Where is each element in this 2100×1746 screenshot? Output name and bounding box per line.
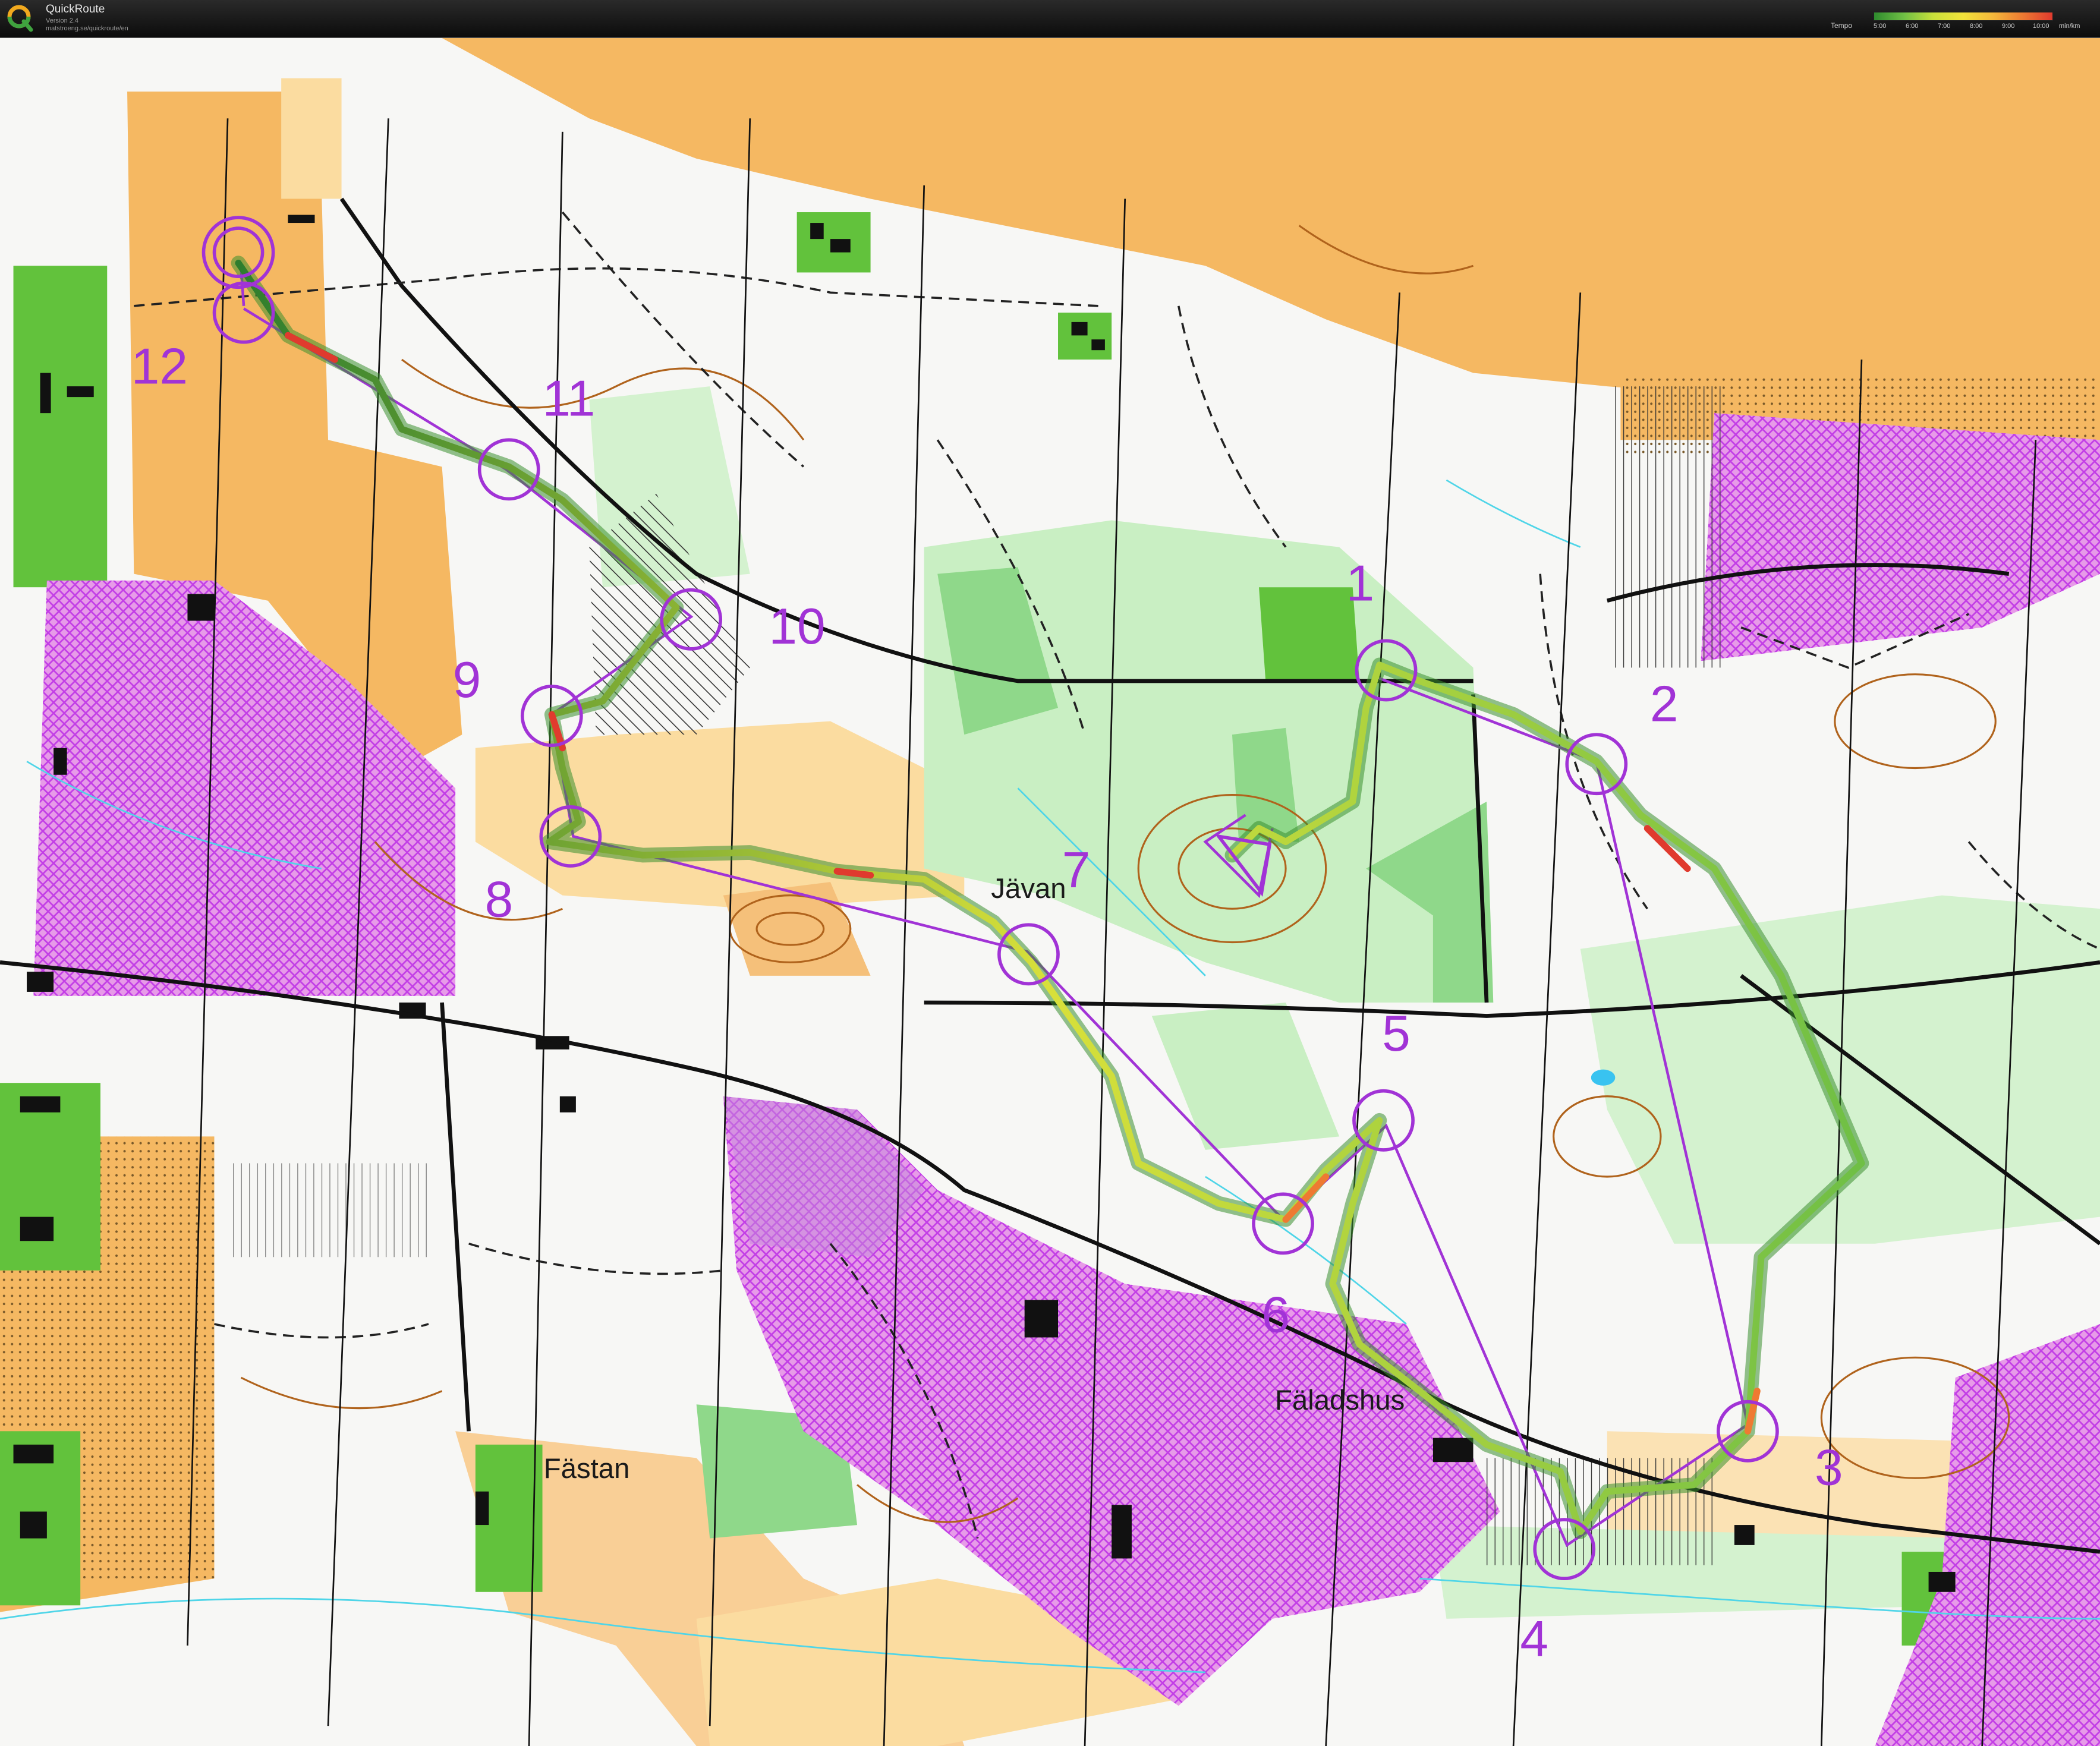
control-number-6: 6: [1262, 1286, 1290, 1343]
control-number-12: 12: [131, 338, 188, 395]
control-number-9: 9: [453, 651, 481, 708]
place-name-fastan: Fästan: [544, 1453, 630, 1485]
quickroute-logo-icon: [7, 5, 33, 32]
control-number-1: 1: [1346, 555, 1374, 612]
pond: [1591, 1069, 1616, 1086]
control-number-2: 2: [1650, 676, 1679, 733]
legend-tick: 7:00: [1938, 23, 1951, 30]
legend-title: Tempo: [1831, 21, 1853, 30]
control-number-5: 5: [1382, 1005, 1411, 1062]
place-name-javan: Jävan: [991, 873, 1066, 904]
app-version: Version 2.4: [46, 17, 79, 24]
tempo-legend: Tempo 5:00 6:00 7:00 8:00 9:00 10:00 min…: [1831, 7, 2092, 33]
orienteering-map[interactable]: 1 2 3 4 5 6 7 8 9 10 11 12 Jävan Fäladsh…: [0, 38, 2100, 1746]
legend-unit: min/km: [2059, 23, 2080, 30]
legend-tick: 9:00: [2002, 23, 2015, 30]
legend-tick: 8:00: [1970, 23, 1983, 30]
control-number-7: 7: [1062, 842, 1091, 899]
legend-tick: 6:00: [1906, 23, 1919, 30]
legend-tick: 5:00: [1874, 23, 1887, 30]
app-url: matstroeng.se/quickroute/en: [46, 25, 128, 32]
legend-color-scale: [1874, 12, 2053, 21]
control-number-3: 3: [1815, 1439, 1843, 1496]
place-name-faladshus: Fäladshus: [1275, 1385, 1405, 1416]
legend-tick: 10:00: [2033, 23, 2049, 30]
control-number-11: 11: [543, 370, 596, 427]
control-number-4: 4: [1520, 1611, 1548, 1668]
app-name: QuickRoute: [46, 3, 105, 15]
control-number-8: 8: [485, 871, 514, 928]
control-number-10: 10: [769, 598, 825, 655]
title-bar: QuickRoute Version 2.4 matstroeng.se/qui…: [0, 0, 2100, 38]
